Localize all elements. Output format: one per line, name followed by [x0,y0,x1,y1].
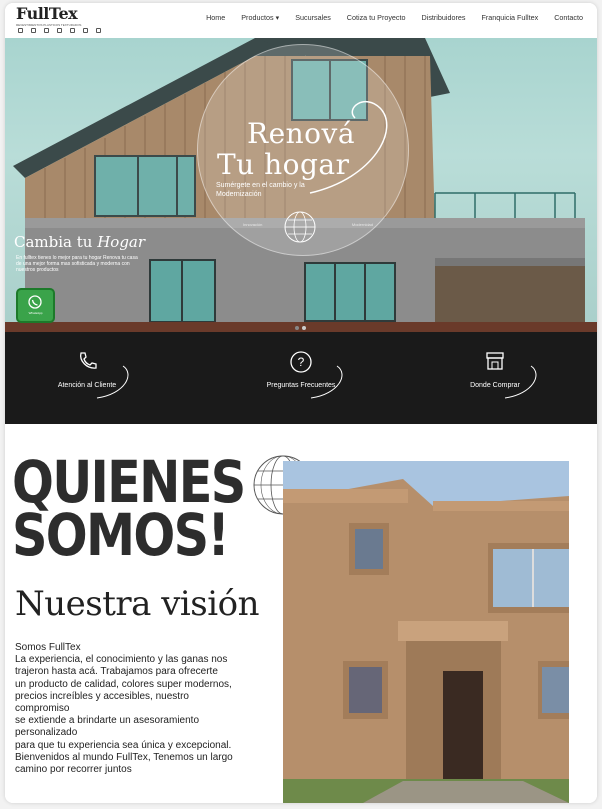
globe-icon [284,211,316,243]
side-text: En fulltex tienes lo mejor para tu hogar… [16,255,138,273]
logo-tool-icons [18,28,101,33]
about-section: QUIENES SOMOS! Nuestra visión Somos Full… [5,424,597,803]
logo-tagline: REVESTIMIENTOS PLASTICOS TEXTURADOS [16,23,82,27]
vision-title: Nuestra visión [15,584,259,624]
nav-productos[interactable]: Productos ▾ [233,13,287,22]
paragraph-line: camino por recorrer juntos [15,764,132,776]
nav-franquicia[interactable]: Franquicia Fulltex [473,13,546,22]
about-title: QUIENES SOMOS! [12,453,246,569]
main-nav: Home Productos ▾ Sucursales Cotiza tu Pr… [198,13,591,22]
paragraph-line: Bienvenidos al mundo FullTex, Tenemos un… [15,751,233,763]
paragraph-line: un producto de calidad, colores super mo… [15,678,232,690]
side-title-italic: Hogar [97,233,146,251]
paragraph-line: personalizado [15,727,78,739]
whatsapp-icon [28,295,42,309]
nav-sucursales[interactable]: Sucursales [287,13,339,22]
tagline-right: Modernidad [351,222,373,227]
tool-icon [31,28,36,33]
whatsapp-button[interactable]: WhatsApp [16,288,55,323]
paragraph-line: trajeron hasta acá. Trabajamos para ofre… [15,666,218,678]
features-band: Atención al Cliente ? Preguntas Frecuent… [5,332,597,424]
tool-icon [44,28,49,33]
swoosh-decoration [310,365,343,399]
tool-icon [83,28,88,33]
logo-wordmark: FullTex [16,4,78,23]
site-header: FullTex REVESTIMIENTOS PLASTICOS TEXTURA… [5,3,597,38]
slider-dot[interactable] [302,326,306,330]
svg-text:?: ? [298,355,305,369]
tagline-left: Innovación [243,222,263,227]
tool-icon [96,28,101,33]
phone-icon [80,352,97,369]
paragraph-line: se extiende a brindarte un asesoramiento [15,715,200,727]
feature-atencion[interactable]: Atención al Cliente [27,351,147,401]
slider-dots [295,326,306,330]
nav-cotiza[interactable]: Cotiza tu Proyecto [339,13,414,22]
swoosh-decoration [96,365,129,399]
about-title-line2: SOMOS! [12,501,230,569]
paragraph-line: compromiso [15,703,70,715]
hero-slider: Renová Tu hogar Sumérgete en el cambio y… [5,38,597,332]
hero-subtitle: Sumérgete en el cambio y la Modernizació… [216,182,305,198]
slider-dot[interactable] [295,326,299,330]
about-paragraph: Somos FullTex La experiencia, el conocim… [15,642,275,776]
feature-preguntas[interactable]: ? Preguntas Frecuentes [241,351,361,401]
nav-distribuidores[interactable]: Distribuidores [414,13,474,22]
side-title-plain: Cambia tu [14,233,98,251]
nav-home[interactable]: Home [198,13,233,22]
hero-tagline: Innovación Modernidad [243,222,373,227]
whatsapp-label: WhatsApp [28,311,43,315]
hero-title-line2: Tu hogar [217,148,350,181]
page-frame: FullTex REVESTIMIENTOS PLASTICOS TEXTURA… [5,3,597,803]
side-title: Cambia tu Hogar [14,233,145,251]
tool-icon [57,28,62,33]
hero-title-line1: Renová [247,117,356,150]
paragraph-line: para que tu experiencia sea única y exce… [15,739,232,751]
about-house-photo [283,461,569,803]
paragraph-line: Somos FullTex [15,642,81,653]
logo[interactable]: FullTex REVESTIMIENTOS PLASTICOS TEXTURA… [16,4,101,34]
swoosh-decoration [504,365,537,399]
paragraph-line: La experiencia, el conocimiento y las ga… [15,654,228,666]
nav-contacto[interactable]: Contacto [546,13,591,22]
tool-icon [70,28,75,33]
feature-donde-comprar[interactable]: Donde Comprar [435,351,555,401]
tool-icon [18,28,23,33]
paragraph-line: precios increíbles y accesibles, nuestro [15,690,189,702]
